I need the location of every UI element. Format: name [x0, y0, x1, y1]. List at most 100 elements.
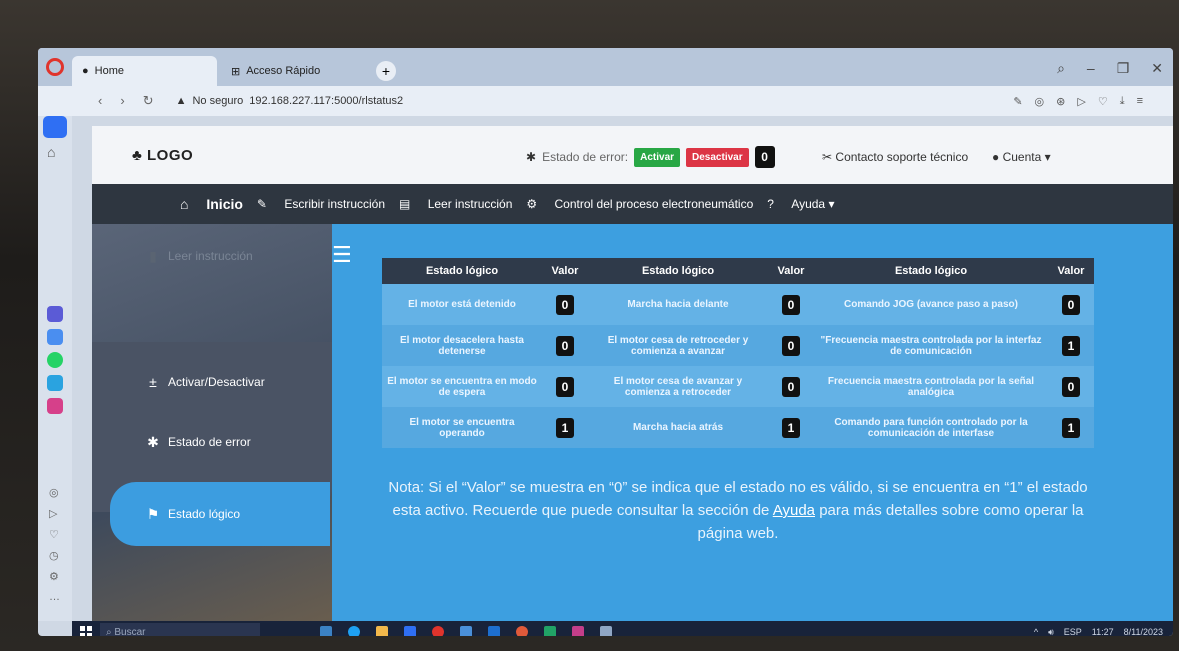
support-label: Contacto soporte técnico: [835, 150, 969, 164]
app-icon[interactable]: [460, 626, 472, 636]
sidebar-item-logic[interactable]: ⚑ Estado lógico: [110, 482, 330, 546]
logo[interactable]: ♣ LOGO: [132, 147, 193, 164]
opera-icon[interactable]: [46, 58, 64, 76]
help-note: Nota: Si el “Valor” se muestra en “0” se…: [382, 476, 1094, 545]
edge-icon[interactable]: [348, 626, 360, 636]
sidebar-apps: [47, 306, 63, 414]
telegram-icon[interactable]: [47, 375, 63, 391]
menu-control[interactable]: ⚙ Control del proceso electroneumático: [526, 197, 753, 211]
close-icon[interactable]: ✕: [1151, 60, 1163, 77]
user-icon: ●: [992, 150, 1000, 164]
state-cell: Comando JOG (avance paso a paso): [814, 284, 1048, 325]
value-cell: 0: [542, 366, 588, 407]
tab-bar: ● Home ⊞ Acceso Rápido + ⌕ – ❐ ✕: [38, 48, 1173, 86]
table-row: El motor se encuentra en modo de espera …: [382, 366, 1094, 407]
menu-write[interactable]: ✎ Escribir instrucción: [257, 197, 385, 211]
history-icon[interactable]: ◷: [49, 549, 60, 562]
value-badge: 0: [1062, 376, 1080, 397]
taskbar-apps: [320, 626, 612, 636]
task-view-icon[interactable]: [320, 626, 332, 636]
state-cell: Marcha hacia atrás: [588, 407, 768, 448]
value-cell: 0: [1048, 284, 1094, 325]
opera-taskbar-icon[interactable]: [432, 626, 444, 636]
minimize-icon[interactable]: –: [1087, 60, 1095, 77]
value-badge: 1: [556, 417, 574, 438]
language-label[interactable]: ESP: [1064, 627, 1082, 637]
word-icon[interactable]: [488, 626, 500, 636]
edit-icon[interactable]: ✎: [1013, 95, 1022, 108]
target-icon[interactable]: ◎: [49, 486, 60, 499]
mail-icon[interactable]: [404, 626, 416, 636]
windows-start-icon[interactable]: [80, 626, 92, 636]
restore-icon[interactable]: ❐: [1117, 60, 1130, 77]
account-dropdown[interactable]: ● Cuenta ▾: [992, 150, 1051, 164]
value-badge: 0: [556, 376, 574, 397]
value-cell: 1: [1048, 325, 1094, 366]
new-tab-button[interactable]: +: [376, 61, 396, 81]
column-header: Valor: [768, 258, 814, 284]
chrome-icon[interactable]: [516, 626, 528, 636]
menu-home[interactable]: ⌂ Inicio: [180, 196, 243, 212]
taskbar-search[interactable]: ⌕ Buscar: [100, 623, 260, 636]
support-link[interactable]: ✂ Contacto soporte técnico: [822, 150, 968, 164]
state-cell: Marcha hacia delante: [588, 284, 768, 325]
bug-icon: ✱: [147, 433, 159, 450]
deactivate-button[interactable]: Desactivar: [686, 147, 749, 167]
menu-read[interactable]: ▤ Leer instrucción: [399, 197, 512, 211]
main-menu: ⌂ Inicio ✎ Escribir instrucción ▤ Leer i…: [92, 184, 1173, 224]
file-icon: ▮: [149, 247, 157, 264]
camera-icon[interactable]: ◎: [1035, 95, 1045, 108]
tab-acceso-rapido[interactable]: ⊞ Acceso Rápido: [221, 56, 366, 86]
settings-icon[interactable]: ⚙: [49, 570, 60, 583]
url-field[interactable]: ▲ No seguro 192.168.227.117:5000/rlstatu…: [176, 95, 404, 107]
tab-home[interactable]: ● Home: [72, 56, 217, 86]
volume-icon[interactable]: 🔊︎: [1048, 627, 1054, 637]
sidebar-item-read[interactable]: ▮ Leer instrucción: [92, 224, 332, 288]
value-cell: 0: [542, 284, 588, 325]
security-label: No seguro: [192, 95, 244, 107]
app-icon[interactable]: [572, 626, 584, 636]
activate-button[interactable]: Activar: [634, 147, 681, 167]
sidebar-item-error[interactable]: ✱ Estado de error: [92, 410, 332, 474]
state-cell: El motor se encuentra operando: [382, 407, 542, 448]
settings-icon[interactable]: [600, 626, 612, 636]
state-cell: Comando para función controlado por la c…: [814, 407, 1048, 448]
chevron-up-icon[interactable]: ^: [1034, 627, 1038, 637]
home-icon[interactable]: ⌂: [47, 144, 55, 160]
sidebar-item-label: Estado lógico: [168, 507, 241, 521]
more-icon[interactable]: …: [49, 591, 60, 603]
error-label: Estado de error:: [542, 150, 629, 164]
clock-time[interactable]: 11:27: [1092, 627, 1114, 637]
hamburger-icon[interactable]: ☰: [332, 242, 352, 268]
account-label: Cuenta: [1002, 150, 1042, 164]
menu-help[interactable]: ? Ayuda ▾: [767, 197, 834, 211]
search-icon[interactable]: ⌕: [1057, 60, 1065, 77]
play-icon[interactable]: ▷: [1077, 95, 1085, 108]
messenger-icon[interactable]: [47, 329, 63, 345]
menu-icon[interactable]: ≡: [1137, 95, 1143, 108]
search-placeholder: Buscar: [114, 626, 146, 637]
menu-home-label: Inicio: [206, 196, 243, 212]
instagram-icon[interactable]: [47, 398, 63, 414]
heart-icon[interactable]: ♡: [49, 528, 60, 541]
shield-icon[interactable]: ⊛: [1056, 95, 1065, 108]
value-badge: 0: [782, 294, 800, 315]
help-link[interactable]: Ayuda: [773, 502, 815, 519]
column-header: Estado lógico: [382, 258, 542, 284]
whatsapp-icon[interactable]: [47, 352, 63, 368]
tools-icon: ✂: [822, 150, 833, 164]
forward-icon[interactable]: ›: [120, 93, 124, 109]
workspace-button[interactable]: [43, 116, 67, 138]
reload-icon[interactable]: ↻: [143, 93, 154, 109]
player-icon[interactable]: ▷: [49, 507, 60, 520]
excel-icon[interactable]: [544, 626, 556, 636]
clock-date[interactable]: 8/11/2023: [1124, 627, 1163, 637]
download-icon[interactable]: ⤓: [1120, 95, 1125, 108]
app-icon[interactable]: [47, 306, 63, 322]
column-header: Valor: [542, 258, 588, 284]
flag-icon: ⚑: [146, 505, 160, 522]
sidebar-item-toggle[interactable]: ± Activar/Desactivar: [92, 350, 332, 414]
back-icon[interactable]: ‹: [98, 93, 102, 109]
explorer-icon[interactable]: [376, 626, 388, 636]
heart-icon[interactable]: ♡: [1098, 95, 1108, 108]
